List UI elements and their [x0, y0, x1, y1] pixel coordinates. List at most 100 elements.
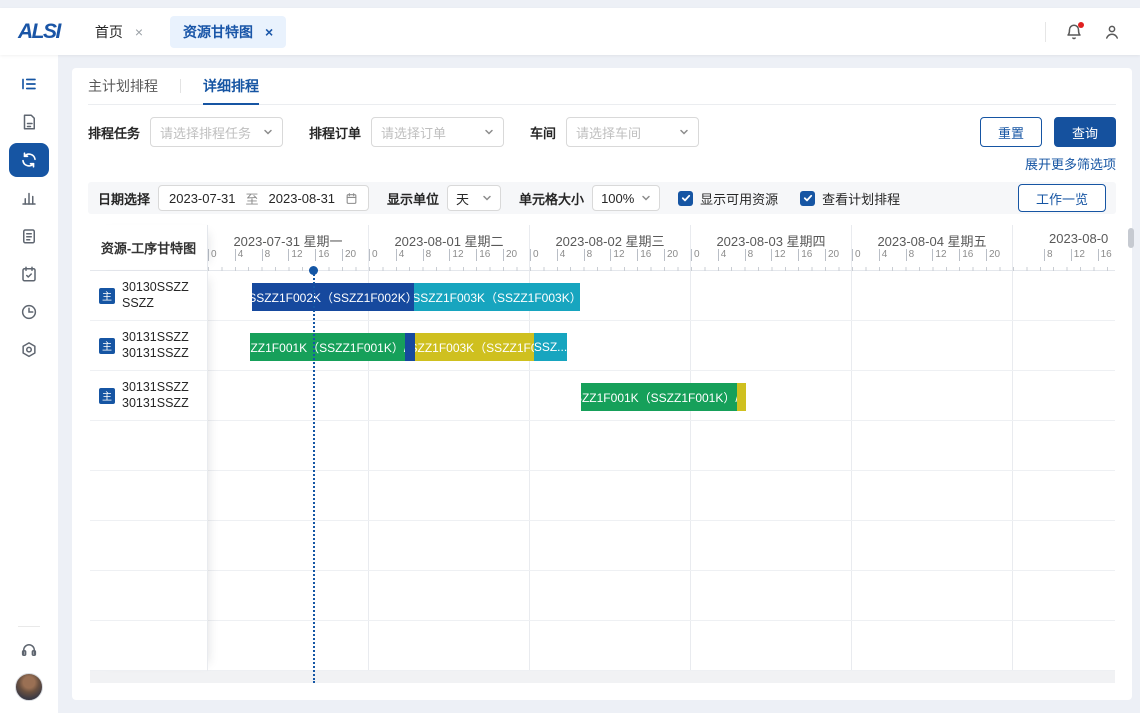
horizontal-scrollbar[interactable] [90, 671, 1115, 683]
resource-row-empty [90, 621, 207, 671]
chevron-down-icon [263, 127, 273, 137]
sidebar-item-menu[interactable] [9, 67, 49, 101]
day-column-header: 2023-08-01 星期二 048121620 [369, 225, 530, 270]
tab-resource-gantt-label: 资源甘特图 [183, 22, 253, 42]
resource-row[interactable]: 主 30131SSZZ30131SSZZ [90, 321, 207, 371]
task-bar[interactable]: SSZ... [534, 333, 567, 361]
sidebar-bottom [15, 626, 43, 713]
workshop-select-placeholder: 请选择车间 [576, 123, 641, 142]
user-icon[interactable] [1102, 22, 1122, 42]
task-bar[interactable]: SSZZ1F002K（SSZZ1F002K） [252, 283, 414, 311]
current-time-dot[interactable] [309, 266, 318, 275]
date-range-label: 日期选择 [98, 189, 150, 208]
notification-dot [1078, 22, 1084, 28]
task-select-placeholder: 请选择排程任务 [160, 123, 251, 142]
display-unit-select[interactable]: 天 [447, 185, 501, 211]
order-filter-label: 排程订单 [309, 123, 361, 142]
task-bar[interactable]: SSZZ1F003K（SSZZ1F003K） [414, 283, 580, 311]
day-column-header: 2023-08-03 星期四 048121620 [691, 225, 852, 270]
resource-name-line2: 30131SSZZ [122, 346, 189, 360]
resource-name-line1: 30130SSZZ [122, 280, 189, 294]
topbar: ALSI 首页 × 资源甘特图 × [0, 8, 1140, 55]
resource-name-line1: 30131SSZZ [122, 380, 189, 394]
order-select-placeholder: 请选择订单 [381, 123, 446, 142]
calendar-icon [345, 192, 358, 205]
vertical-scrollbar[interactable] [1128, 228, 1134, 688]
resource-row[interactable]: 主 30130SSZZ SSZZ [90, 271, 207, 321]
user-avatar[interactable] [15, 673, 43, 701]
current-time-line [313, 271, 315, 683]
vertical-scrollbar-thumb[interactable] [1128, 228, 1134, 248]
show-available-checkbox[interactable]: 显示可用资源 [678, 189, 778, 208]
hour-ticks: 048121620 [369, 247, 529, 271]
sidebar-item-reports[interactable] [9, 181, 49, 215]
sidebar-item-scheduling[interactable] [9, 143, 49, 177]
topbar-divider [1045, 22, 1046, 42]
sidebar-item-calendar[interactable] [9, 257, 49, 291]
tabs-divider [180, 79, 181, 93]
work-overview-button[interactable]: 工作一览 [1018, 184, 1106, 212]
tab-master-schedule[interactable]: 主计划排程 [88, 68, 158, 105]
notification-bell-icon[interactable] [1064, 22, 1084, 42]
topbar-actions [1045, 22, 1122, 42]
cell-size-select[interactable]: 100% [592, 185, 660, 211]
cell-size-value: 100% [601, 191, 634, 206]
gantt-grid: SSZZ1F002K（SSZZ1F002K） SSZZ1F003K（SSZZ1F… [208, 271, 1115, 671]
query-button[interactable]: 查询 [1054, 117, 1116, 147]
sidebar-item-settings[interactable] [9, 333, 49, 367]
tab-home[interactable]: 首页 × [82, 16, 156, 48]
day-column-header-partial: 2023-08-0 81216 [1013, 225, 1115, 270]
sidebar-item-documents[interactable] [9, 105, 49, 139]
day-column-header: 2023-07-31 星期一 048121620 [208, 225, 369, 270]
hour-ticks: 048121620 [852, 247, 1012, 271]
task-bar[interactable]: SSZZ1F003K（SSZZ1F0... [415, 333, 534, 361]
date-range-picker[interactable]: 2023-07-31 至 2023-08-31 [158, 185, 369, 211]
gear-icon [20, 341, 38, 359]
clipboard-icon [20, 227, 38, 245]
sidebar-item-time[interactable] [9, 295, 49, 329]
sidebar [0, 55, 58, 713]
display-unit-value: 天 [456, 189, 469, 208]
close-icon[interactable]: × [265, 25, 273, 39]
resource-row-empty [90, 571, 207, 621]
sync-icon [20, 151, 38, 169]
reset-button[interactable]: 重置 [980, 117, 1042, 147]
gantt-body: SSZZ1F002K（SSZZ1F002K） SSZZ1F003K（SSZZ1F… [90, 271, 1115, 671]
headset-icon[interactable] [20, 641, 38, 659]
menu-icon [20, 75, 38, 93]
gantt-chart: 资源-工序甘特图 2023-07-31 星期一 048121620 2023-0… [90, 225, 1115, 683]
hour-ticks: 81216 [1013, 247, 1115, 271]
window-tabs: 首页 × 资源甘特图 × [82, 16, 286, 48]
clock-icon [20, 303, 38, 321]
resource-icon: 主 [99, 388, 115, 404]
workshop-select[interactable]: 请选择车间 [566, 117, 699, 147]
tab-resource-gantt[interactable]: 资源甘特图 × [170, 16, 286, 48]
view-plan-checkbox[interactable]: 查看计划排程 [800, 189, 900, 208]
tab-detail-schedule[interactable]: 详细排程 [203, 68, 259, 105]
close-icon[interactable]: × [135, 25, 143, 39]
task-bar[interactable]: SSZZ1F001K（SSZZ1F001K）/ ... [250, 333, 405, 361]
task-bar[interactable] [737, 383, 746, 411]
sidebar-item-orders[interactable] [9, 219, 49, 253]
filter-row: 排程任务 请选择排程任务 排程订单 请选择订单 车间 请选择车间 重置 查询 [88, 117, 1116, 147]
tab-home-label: 首页 [95, 22, 123, 42]
filter-actions: 重置 查询 [980, 117, 1116, 147]
hour-ticks: 048121620 [530, 247, 690, 271]
show-available-label: 显示可用资源 [700, 189, 778, 208]
resource-name-line2: SSZZ [122, 296, 154, 310]
resource-column: 主 30130SSZZSSZZ 主 30131SSZZ30131SSZZ 主 3… [90, 271, 208, 671]
resource-row-empty [90, 471, 207, 521]
order-select[interactable]: 请选择订单 [371, 117, 504, 147]
bar-chart-icon [20, 189, 38, 207]
task-bar[interactable]: SSZZ1F001K（SSZZ1F001K）/ ... [581, 383, 737, 411]
chevron-down-icon [641, 193, 651, 203]
task-bar[interactable] [405, 333, 415, 361]
resource-row[interactable]: 主 30131SSZZ30131SSZZ [90, 371, 207, 421]
resource-row-empty [90, 421, 207, 471]
chevron-down-icon [679, 127, 689, 137]
resource-icon: 主 [99, 338, 115, 354]
date-start-value: 2023-07-31 [169, 191, 236, 206]
expand-more-filters-link[interactable]: 展开更多筛选项 [1025, 154, 1116, 173]
task-select[interactable]: 请选择排程任务 [150, 117, 283, 147]
resource-icon: 主 [99, 288, 115, 304]
